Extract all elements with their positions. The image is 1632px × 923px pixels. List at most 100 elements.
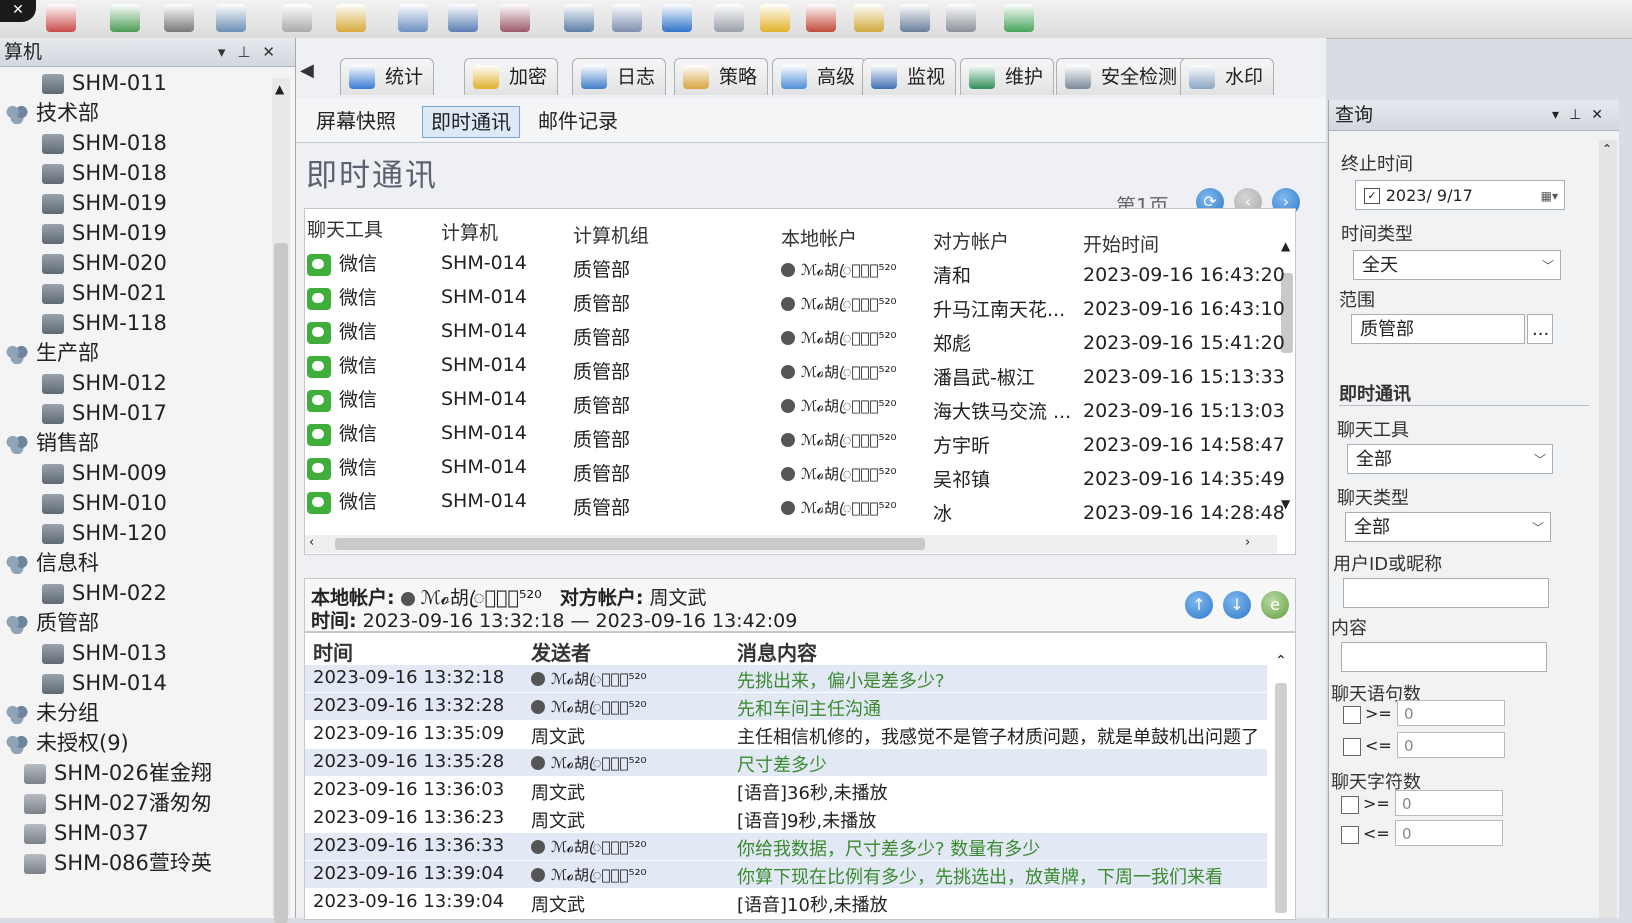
sessions-hscroll-thumb[interactable] — [335, 538, 925, 550]
session-cell-group[interactable]: 质管部 — [573, 459, 630, 486]
column-header[interactable]: 开始时间 — [1083, 230, 1159, 257]
tree-item[interactable]: SHM-012 — [42, 368, 167, 398]
message-row[interactable]: 2023-09-16 13:35:28 ℳ𝓸胡ꦿ𝓶ꦿ𝓹⁵²⁰ 尺寸差多少 — [305, 749, 1267, 776]
notepad-icon[interactable] — [900, 4, 930, 32]
session-cell-start[interactable]: 2023-09-16 15:13:33 — [1083, 366, 1285, 388]
user-id-input[interactable] — [1343, 578, 1549, 608]
session-cell-pc[interactable]: SHM-014 — [441, 490, 527, 512]
session-cell-pc[interactable]: SHM-014 — [441, 286, 527, 308]
note-icon[interactable] — [336, 4, 366, 32]
session-cell-remote[interactable]: 郑彪 — [933, 329, 971, 356]
window-icon[interactable] — [612, 4, 642, 32]
query-scrollbar[interactable]: ⌃ — [1599, 140, 1617, 918]
dropdown-icon[interactable]: ▾ — [1552, 107, 1569, 123]
tree-group[interactable]: 未授权(9) — [6, 728, 129, 758]
subtab-instant-messaging[interactable]: 即时通讯 — [422, 106, 520, 138]
session-cell-tool[interactable]: 微信 — [307, 283, 377, 310]
session-cell-local[interactable]: ℳ𝓸胡ꦿ𝓶ꦿ𝓹⁵²⁰ — [781, 394, 897, 425]
column-header[interactable]: 聊天工具 — [307, 215, 383, 242]
scroll-left-icon[interactable]: ‹ — [309, 535, 314, 550]
tab-7[interactable]: 安全检测 — [1056, 58, 1189, 95]
session-cell-local[interactable]: ℳ𝓸胡ꦿ𝓶ꦿ𝓹⁵²⁰ — [781, 326, 897, 357]
edit-icon[interactable] — [500, 4, 530, 32]
sessions-hscrollbar[interactable]: ‹ › — [305, 535, 1277, 553]
session-cell-remote[interactable]: 升马江南天花... — [933, 295, 1065, 322]
messages-vscrollbar[interactable]: ⌃ — [1271, 653, 1291, 919]
session-cell-pc[interactable]: SHM-014 — [441, 354, 527, 376]
copy-icon[interactable] — [398, 4, 428, 32]
session-cell-group[interactable]: 质管部 — [573, 255, 630, 282]
tree-item[interactable]: SHM-118 — [42, 308, 167, 338]
session-cell-remote[interactable]: 潘昌武-椒江 — [933, 363, 1035, 390]
messages-vscroll-thumb[interactable] — [1275, 683, 1287, 913]
scroll-up-icon[interactable]: ▲ — [1281, 239, 1290, 253]
tab-6[interactable]: 维护 — [960, 58, 1055, 95]
session-cell-remote[interactable]: 吴祁镇 — [933, 465, 990, 492]
tree-group[interactable]: 质管部 — [6, 608, 99, 638]
tree-item[interactable]: SHM-017 — [42, 398, 167, 428]
session-cell-group[interactable]: 质管部 — [573, 493, 630, 520]
message-row[interactable]: 2023-09-16 13:36:03 周文武 [语音]36秒,未播放 — [305, 777, 1267, 804]
message-row[interactable]: 2023-09-16 13:39:04 周文武 [语音]10秒,未播放 — [305, 889, 1267, 916]
tree-item[interactable]: SHM-021 — [42, 278, 167, 308]
session-cell-pc[interactable]: SHM-014 — [441, 422, 527, 444]
char-ge-input[interactable]: 0 — [1395, 790, 1503, 816]
session-cell-tool[interactable]: 微信 — [307, 487, 377, 514]
tree-scrollbar[interactable]: ▲ — [272, 78, 290, 923]
globe-icon[interactable] — [662, 4, 692, 32]
tree-item[interactable]: SHM-010 — [42, 488, 167, 518]
range-field[interactable]: 质管部 — [1351, 314, 1525, 344]
printer-icon[interactable] — [164, 4, 194, 32]
session-cell-start[interactable]: 2023-09-16 16:43:20 — [1083, 264, 1285, 286]
close-panel-icon[interactable]: ✕ — [1591, 107, 1613, 123]
tree-item[interactable]: SHM-011 — [42, 68, 167, 98]
lock-icon[interactable] — [854, 4, 884, 32]
session-cell-group[interactable]: 质管部 — [573, 323, 630, 350]
session-cell-tool[interactable]: 微信 — [307, 249, 377, 276]
column-header[interactable]: 发送者 — [531, 637, 591, 666]
session-cell-tool[interactable]: 微信 — [307, 351, 377, 378]
end-time-checkbox[interactable]: ✓ — [1364, 188, 1380, 204]
session-cell-remote[interactable]: 冰 — [933, 499, 952, 526]
char-le-checkbox[interactable] — [1341, 826, 1359, 844]
calendar-dropdown-icon[interactable]: ▦▾ — [1541, 181, 1558, 211]
tree-item[interactable]: SHM-037 — [24, 818, 149, 848]
session-cell-pc[interactable]: SHM-014 — [441, 388, 527, 410]
range-browse-button[interactable]: ... — [1527, 314, 1553, 344]
session-cell-start[interactable]: 2023-09-16 14:58:47 — [1083, 434, 1285, 456]
subtab-mail-records[interactable]: 邮件记录 — [530, 106, 626, 136]
session-cell-start[interactable]: 2023-09-16 16:43:10 — [1083, 298, 1285, 320]
message-row[interactable]: 2023-09-16 13:39:04 ℳ𝓸胡ꦿ𝓶ꦿ𝓹⁵²⁰ 你算下现在比例有多少，… — [305, 861, 1267, 888]
close-panel-icon[interactable]: ✕ — [262, 43, 287, 61]
close-icon[interactable]: ✕ — [0, 0, 36, 22]
message-row[interactable]: 2023-09-16 13:36:33 ℳ𝓸胡ꦿ𝓶ꦿ𝓹⁵²⁰ 你给我数据，尺寸差多少… — [305, 833, 1267, 860]
session-cell-group[interactable]: 质管部 — [573, 357, 630, 384]
tab-8[interactable]: 水印 — [1180, 58, 1275, 95]
find-icon[interactable] — [216, 4, 246, 32]
tree-group[interactable]: 信息科 — [6, 548, 99, 578]
tree-item[interactable]: SHM-019 — [42, 188, 167, 218]
column-header[interactable]: 消息内容 — [737, 637, 817, 666]
tab-1[interactable]: 加密 — [464, 58, 559, 95]
session-cell-tool[interactable]: 微信 — [307, 419, 377, 446]
tree-item[interactable]: SHM-027潘匆匆 — [24, 788, 212, 818]
tree-item[interactable]: SHM-009 — [42, 458, 167, 488]
tab-4[interactable]: 高级 — [772, 58, 867, 95]
session-cell-start[interactable]: 2023-09-16 15:13:03 — [1083, 400, 1285, 422]
monitor-icon[interactable] — [564, 4, 594, 32]
session-cell-group[interactable]: 质管部 — [573, 425, 630, 452]
search-icon[interactable] — [448, 4, 478, 32]
session-cell-tool[interactable]: 微信 — [307, 385, 377, 412]
session-cell-local[interactable]: ℳ𝓸胡ꦿ𝓶ꦿ𝓹⁵²⁰ — [781, 258, 897, 289]
user-icon[interactable] — [282, 4, 312, 32]
session-cell-local[interactable]: ℳ𝓸胡ꦿ𝓶ꦿ𝓹⁵²⁰ — [781, 428, 897, 459]
session-cell-remote[interactable]: 方宇昕 — [933, 431, 990, 458]
session-cell-tool[interactable]: 微信 — [307, 453, 377, 480]
session-cell-pc[interactable]: SHM-014 — [441, 320, 527, 342]
session-cell-remote[interactable]: 清和 — [933, 261, 971, 288]
phone-icon[interactable] — [946, 4, 976, 32]
tab-3[interactable]: 策略 — [674, 58, 769, 95]
prev-conversation-icon[interactable]: ↑ — [1185, 591, 1213, 619]
dropdown-icon[interactable]: ▾ — [218, 43, 238, 61]
chat-type-select[interactable]: 全部 ﹀ — [1345, 512, 1551, 542]
